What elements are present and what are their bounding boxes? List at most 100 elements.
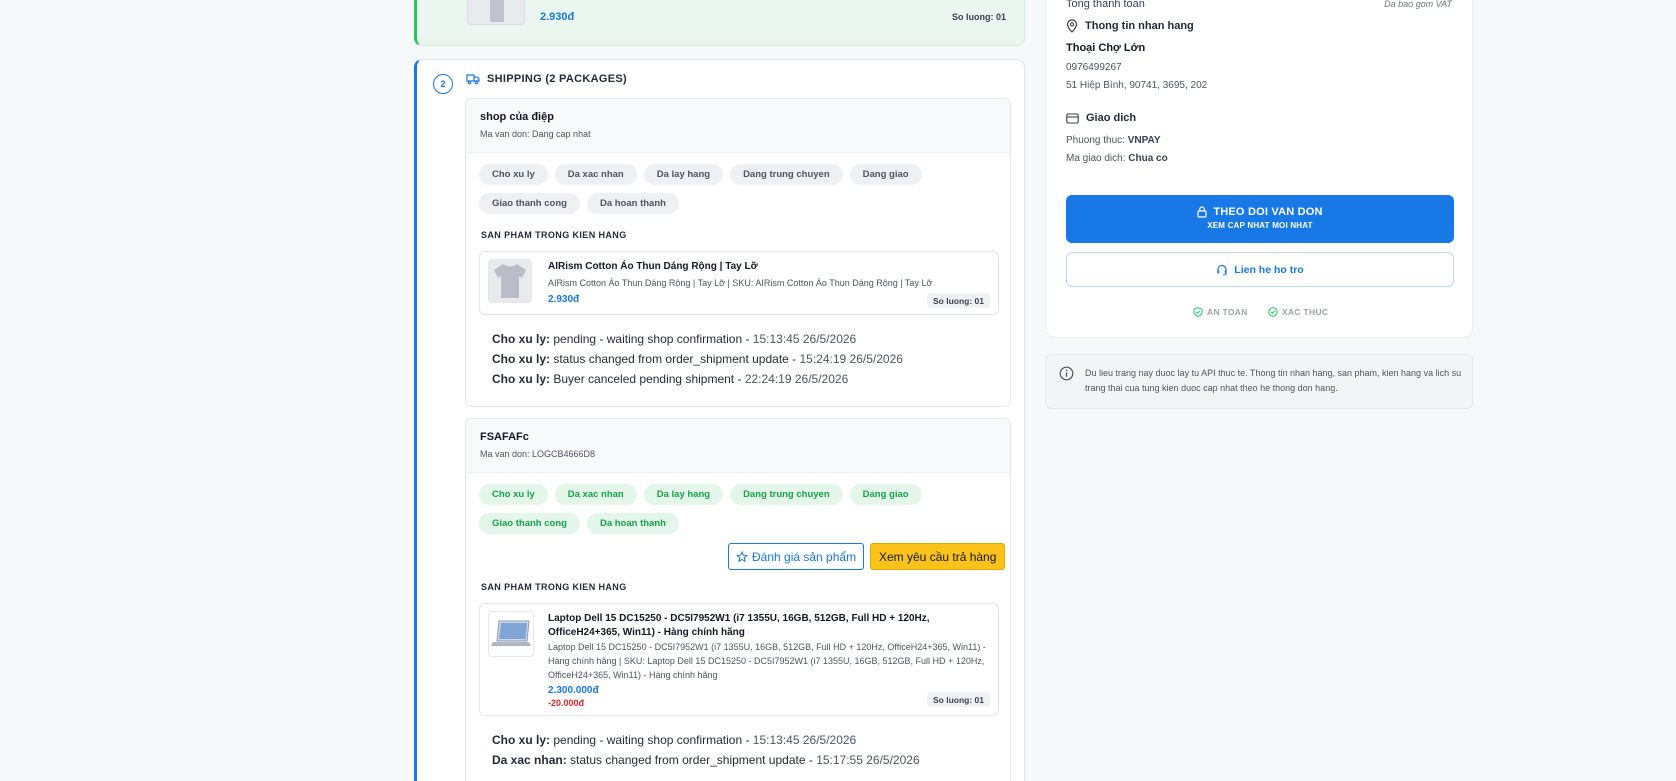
product-price: 2.300.000đ bbox=[548, 685, 599, 696]
history-entry: Cho xu ly: pending - waiting shop confir… bbox=[492, 332, 856, 346]
order-summary-sidebar: Tong thanh toan Da bao gom VAT Thong tin… bbox=[1045, 0, 1473, 338]
credit-card-icon bbox=[1066, 112, 1079, 124]
status-chip: Dang giao bbox=[849, 484, 922, 505]
receiver-phone: 0976499267 bbox=[1066, 62, 1122, 73]
status-chip: Giao thanh cong bbox=[479, 513, 580, 534]
shield-check-icon bbox=[1193, 307, 1203, 317]
contact-support-button[interactable]: Lien he ho tro bbox=[1066, 252, 1454, 287]
track-shipment-label: THEO DOI VAN DON bbox=[1213, 206, 1323, 218]
receiver-heading: Thong tin nhan hang bbox=[1066, 19, 1194, 33]
history-time: 22:24:19 26/5/2026 bbox=[744, 372, 849, 386]
product-quantity: So luong: 01 bbox=[927, 692, 990, 707]
history-time: 15:24:19 26/5/2026 bbox=[799, 352, 903, 366]
payment-method: Phuong thuc: VNPAY bbox=[1066, 135, 1161, 146]
product-row[interactable]: Laptop Dell 15 DC15250 - DC5I7952W1 (i7 … bbox=[479, 603, 999, 716]
status-chip: Da xac nhan bbox=[554, 484, 637, 505]
status-chip: Dang trung chuyen bbox=[730, 164, 843, 185]
product-image bbox=[488, 611, 534, 657]
status-chip: Cho xu ly bbox=[479, 164, 548, 185]
history-status: Cho xu ly: bbox=[492, 332, 551, 346]
product-name[interactable]: AIRism Cotton Áo Thun Dáng Rộng | Tay Lỡ bbox=[548, 260, 988, 274]
payment-method-value: VNPAY bbox=[1127, 135, 1161, 146]
history-time: 15:13:45 26/5/2026 bbox=[752, 332, 857, 346]
package-header: FSAFAFc Ma van don: LOGCB4666D8 bbox=[466, 419, 1010, 473]
tshirt-icon bbox=[494, 264, 526, 298]
product-thumbnail bbox=[467, 0, 525, 25]
history-text: status changed from order_shipment updat… bbox=[566, 753, 817, 767]
order-detail-page: 2.930đ So luong: 01 2 SHIPPING (2 PACKAG… bbox=[0, 0, 1676, 781]
history-text: status changed from order_shipment updat… bbox=[550, 352, 800, 366]
star-icon bbox=[736, 550, 748, 562]
package-tracking-code: Ma van don: Dang cap nhat bbox=[480, 129, 591, 139]
status-chip: Giao thanh cong bbox=[479, 193, 580, 214]
package-tracking-code: Ma van don: LOGCB4666D8 bbox=[480, 449, 596, 459]
product-name[interactable]: Laptop Dell 15 DC15250 - DC5I7952W1 (i7 … bbox=[548, 612, 988, 640]
tshirt-icon bbox=[487, 0, 507, 22]
product-quantity: So luong: 01 bbox=[952, 12, 1006, 22]
package-header: shop của điệp Ma van don: Dang cap nhat bbox=[466, 99, 1010, 153]
product-image bbox=[488, 259, 532, 303]
headset-icon bbox=[1217, 264, 1227, 275]
total-label: Tong thanh toan bbox=[1066, 0, 1145, 10]
view-return-request-button[interactable]: Xem yêu cầu trả hàng bbox=[870, 543, 1006, 570]
section-label: SAN PHAM TRONG KIEN HANG bbox=[481, 230, 627, 240]
review-product-label: Đánh giá sản phẩm bbox=[752, 549, 857, 564]
status-chip: Da lay hang bbox=[643, 164, 724, 185]
vat-note: Da bao gom VAT bbox=[1384, 0, 1452, 9]
status-chip: Cho xu ly bbox=[479, 484, 548, 505]
track-shipment-button[interactable]: THEO DOI VAN DON XEM CAP NHAT MOI NHAT bbox=[1066, 195, 1454, 243]
transaction-heading: Giao dich bbox=[1066, 112, 1136, 124]
transaction-id-label: Ma giao dich: bbox=[1066, 153, 1129, 164]
trust-badge-safe: AN TOAN bbox=[1193, 307, 1248, 317]
order-items-card: 2.930đ So luong: 01 bbox=[414, 0, 1025, 46]
payment-method-label: Phuong thuc: bbox=[1066, 135, 1128, 146]
section-label: SAN PHAM TRONG KIEN HANG bbox=[481, 582, 627, 592]
status-chip: Da hoan thanh bbox=[586, 193, 679, 214]
product-row[interactable]: AIRism Cotton Áo Thun Dáng Rộng | Tay Lỡ… bbox=[479, 251, 999, 315]
history-text: Buyer canceled pending shipment - bbox=[550, 372, 745, 386]
info-icon bbox=[1059, 366, 1074, 381]
receiver-address: 51 Hiệp Bình, 90741, 3695, 202 bbox=[1066, 80, 1208, 91]
package-shop-name: FSAFAFc bbox=[480, 431, 529, 443]
info-note-text: Du lieu trang nay duoc lay tu API thuc t… bbox=[1085, 368, 1462, 393]
track-shipment-subtitle: XEM CAP NHAT MOI NHAT bbox=[1207, 221, 1313, 230]
lock-icon bbox=[1197, 206, 1207, 218]
product-description: Laptop Dell 15 DC15250 - DC5I7952W1 (i7 … bbox=[548, 642, 986, 680]
check-circle-icon bbox=[1268, 307, 1278, 317]
history-entry: Cho xu ly: status changed from order_shi… bbox=[492, 352, 903, 366]
history-entry: Cho xu ly: Buyer canceled pending shipme… bbox=[492, 372, 848, 386]
info-note: Du lieu trang nay duoc lay tu API thuc t… bbox=[1045, 354, 1473, 409]
shipping-title: SHIPPING (2 PACKAGES) bbox=[487, 73, 627, 85]
status-chip: Da xac nhan bbox=[554, 164, 637, 185]
product-price: 2.930đ bbox=[548, 294, 580, 305]
product-quantity: So luong: 01 bbox=[927, 293, 990, 308]
contact-support-label: Lien he ho tro bbox=[1234, 263, 1304, 276]
history-time: 15:13:45 26/5/2026 bbox=[752, 733, 857, 747]
package-card: shop của điệp Ma van don: Dang cap nhat … bbox=[465, 98, 1011, 407]
product-description: AIRism Cotton Áo Thun Dáng Rộng | Tay Lỡ… bbox=[548, 278, 933, 288]
history-status: Cho xu ly: bbox=[492, 733, 551, 747]
location-pin-icon bbox=[1066, 19, 1078, 33]
transaction-id: Ma giao dich: Chua co bbox=[1066, 153, 1168, 164]
status-chip: Dang trung chuyen bbox=[730, 484, 843, 505]
history-text: pending - waiting shop confirmation - bbox=[550, 332, 753, 346]
trust-badge-verified: XAC THUC bbox=[1268, 307, 1328, 317]
history-status: Cho xu ly: bbox=[492, 352, 551, 366]
history-time: 15:17:55 26/5/2026 bbox=[816, 753, 920, 767]
product-discount: -20.000đ bbox=[548, 698, 585, 708]
receiver-name: Thoại Chợ Lớn bbox=[1066, 42, 1146, 54]
status-steps: Cho xu ly Da xac nhan Da lay hang Dang t… bbox=[479, 164, 999, 214]
shipping-card: 2 SHIPPING (2 PACKAGES) shop của điệp Ma… bbox=[414, 59, 1025, 781]
laptop-icon bbox=[491, 620, 531, 646]
review-product-button[interactable]: Đánh giá sản phẩm bbox=[728, 543, 865, 570]
trust-safe-label: AN TOAN bbox=[1207, 307, 1248, 317]
history-text: pending - waiting shop confirmation - bbox=[550, 733, 753, 747]
package-shop-name: shop của điệp bbox=[480, 111, 554, 123]
transaction-id-value: Chua co bbox=[1128, 153, 1168, 164]
product-price: 2.930đ bbox=[540, 11, 575, 23]
history-status: Da xac nhan: bbox=[492, 753, 567, 767]
transaction-heading-label: Giao dich bbox=[1086, 112, 1137, 124]
trust-verified-label: XAC THUC bbox=[1282, 307, 1329, 317]
history-entry: Da xac nhan: status changed from order_s… bbox=[492, 753, 920, 767]
status-chip: Da lay hang bbox=[643, 484, 724, 505]
